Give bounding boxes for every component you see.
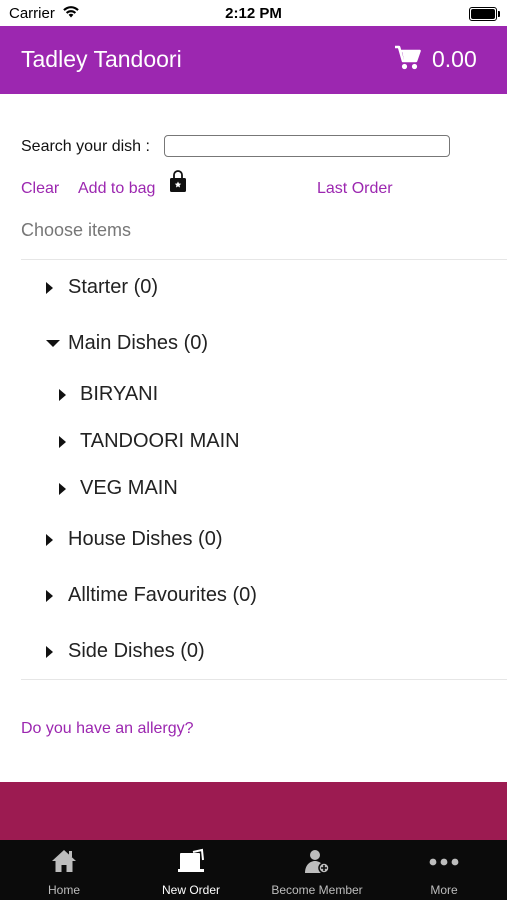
category-label: Main Dishes (0) <box>68 332 209 354</box>
shopping-bag-icon[interactable] <box>168 169 188 198</box>
allergy-link[interactable]: Do you have an allergy? <box>21 720 194 738</box>
clear-button[interactable]: Clear <box>21 180 59 198</box>
chevron-right-icon <box>59 436 66 448</box>
chevron-right-icon <box>46 282 53 294</box>
member-icon <box>303 848 331 881</box>
tab-label: New Order <box>161 883 220 897</box>
search-input[interactable] <box>164 135 450 157</box>
tab-new-order[interactable]: New Order <box>141 840 241 900</box>
chevron-right-icon <box>46 590 53 602</box>
tab-become-member[interactable]: Become Member <box>252 840 382 900</box>
chevron-right-icon <box>46 534 53 546</box>
tab-home[interactable]: Home <box>14 840 114 900</box>
battery-icon <box>469 7 500 21</box>
tab-label: Become Member <box>271 883 363 897</box>
category-label: House Dishes (0) <box>68 528 223 550</box>
more-dots-icon <box>428 854 460 872</box>
clock-time: 2:12 PM <box>225 5 282 22</box>
category-label: Alltime Favourites (0) <box>68 584 257 606</box>
chevron-right-icon <box>59 389 66 401</box>
divider <box>21 679 507 680</box>
chevron-down-icon <box>46 340 60 347</box>
cart-total[interactable]: 0.00 <box>432 46 477 73</box>
cart-icon[interactable] <box>394 45 422 76</box>
divider <box>21 259 507 260</box>
tab-label: More <box>430 883 458 897</box>
chevron-right-icon <box>59 483 66 495</box>
subcategory-label: TANDOORI MAIN <box>80 430 240 452</box>
add-to-bag-button[interactable]: Add to bag <box>78 180 155 198</box>
restaurant-title: Tadley Tandoori <box>21 46 182 72</box>
search-label: Search your dish : <box>21 138 150 155</box>
home-icon <box>50 848 78 879</box>
chevron-right-icon <box>46 646 53 658</box>
bottom-tab-bar: Home New Order Become Member More <box>0 840 507 900</box>
status-bar: Carrier 2:12 PM <box>0 0 507 26</box>
subcategory-label: VEG MAIN <box>80 477 178 499</box>
category-label: Starter (0) <box>68 276 159 298</box>
app-header: Tadley Tandoori 0.00 <box>0 26 507 94</box>
choose-items-heading: Choose items <box>21 220 132 240</box>
subcategory-label: BIRYANI <box>80 383 159 405</box>
tab-label: Home <box>47 883 80 897</box>
footer-band <box>0 782 507 840</box>
new-order-icon <box>176 848 206 879</box>
last-order-button[interactable]: Last Order <box>317 180 393 198</box>
category-label: Side Dishes (0) <box>68 640 205 662</box>
tab-more[interactable]: More <box>394 840 494 900</box>
